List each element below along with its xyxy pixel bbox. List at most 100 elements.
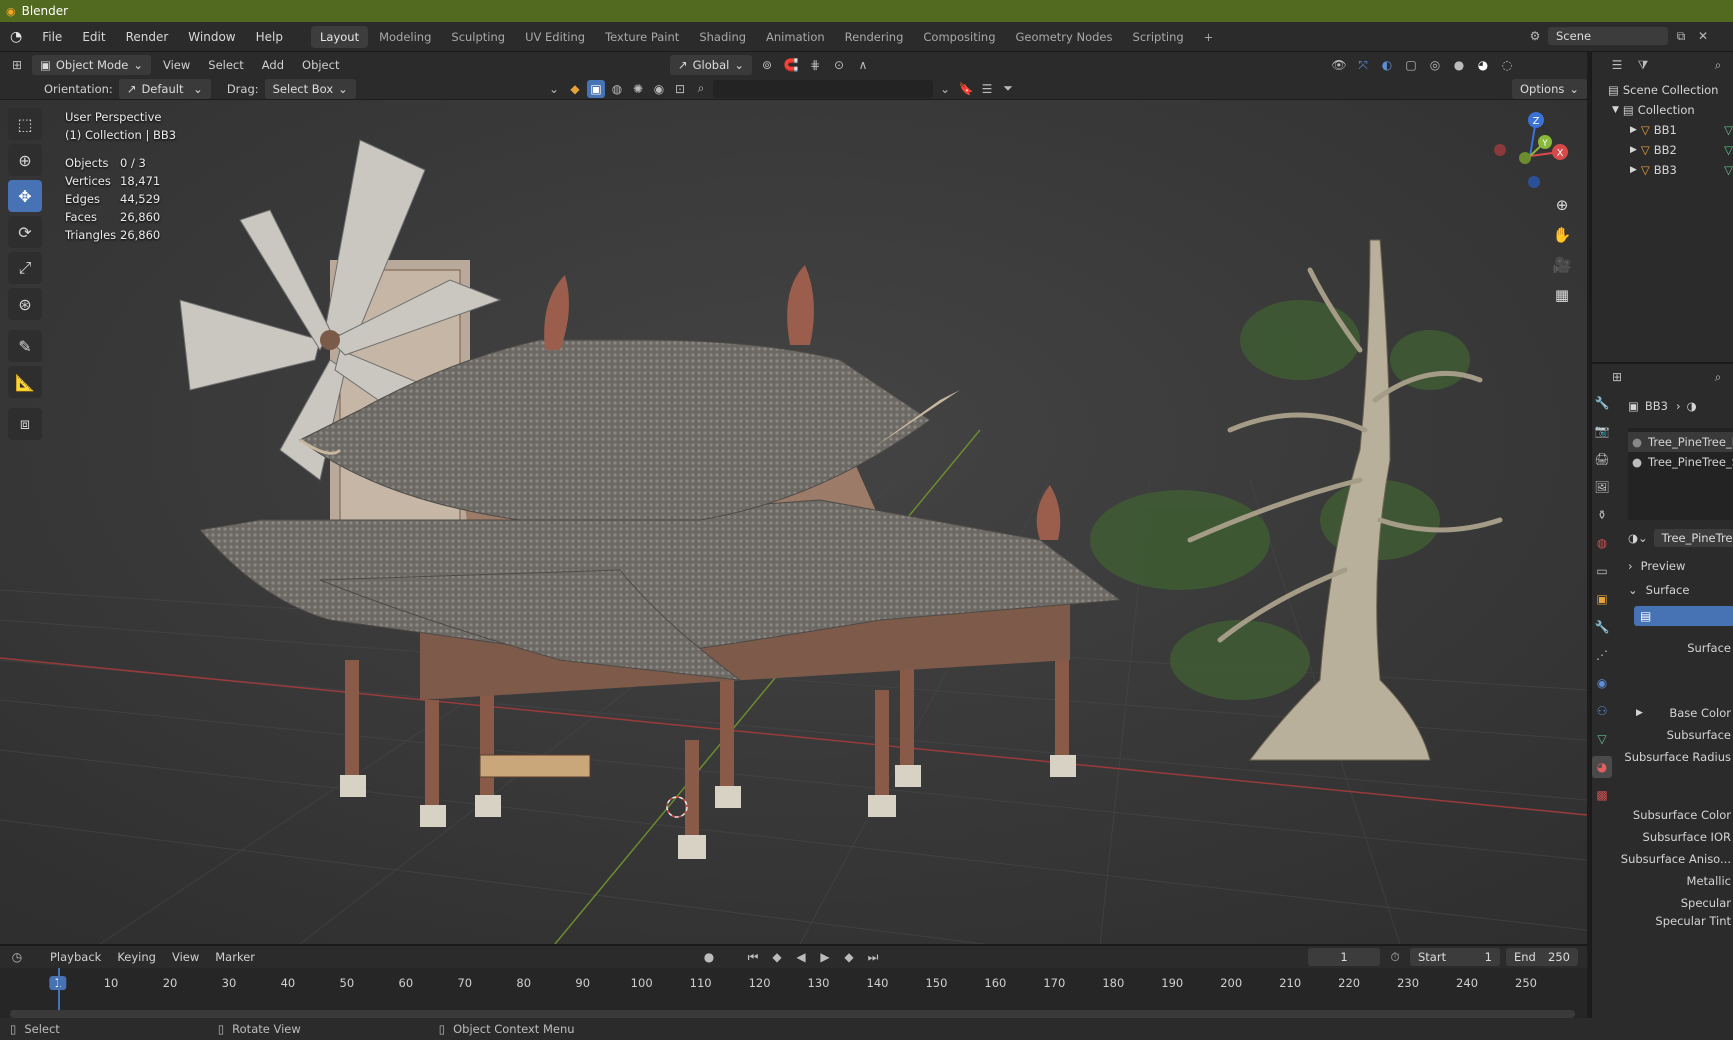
input-subsurface-color[interactable]: Subsurface Color xyxy=(1628,804,1733,826)
view-layer-tab-icon[interactable]: 🖼 xyxy=(1592,476,1612,498)
timeline-menu-playback[interactable]: Playback xyxy=(44,950,107,964)
collection-tab-icon[interactable]: ▭ xyxy=(1592,560,1612,582)
measure-tool-icon[interactable]: 📐 xyxy=(8,366,42,398)
scene-name-field[interactable]: Scene xyxy=(1548,27,1668,45)
input-subsurface-ior[interactable]: Subsurface IOR xyxy=(1628,826,1733,848)
outliner-collection[interactable]: ▼ ▤ Collection xyxy=(1608,100,1733,120)
cursor-tool-icon[interactable]: ⊕ xyxy=(8,144,42,176)
start-frame-field[interactable]: Start 1 xyxy=(1410,948,1500,966)
empty-filter-icon[interactable]: ⊡ xyxy=(671,80,689,98)
solid-shading-icon[interactable]: ● xyxy=(1450,56,1468,74)
material-shading-icon[interactable]: ◕ xyxy=(1474,56,1492,74)
chevron-down-icon[interactable]: ⌄ xyxy=(936,80,954,98)
neg-y-axis-handle[interactable] xyxy=(1519,152,1531,164)
scale-tool-icon[interactable]: ⤢ xyxy=(8,252,42,284)
particles-tab-icon[interactable]: ⋰ xyxy=(1592,644,1612,666)
texture-tab-icon[interactable]: ▩ xyxy=(1592,784,1612,806)
tab-compositing[interactable]: Compositing xyxy=(914,26,1004,48)
input-base-color[interactable]: ▶ Base Color xyxy=(1628,702,1733,724)
panel-surface[interactable]: ⌄ Surface xyxy=(1628,578,1733,602)
prev-keyframe-icon[interactable]: ◆ xyxy=(768,948,786,966)
tab-rendering[interactable]: Rendering xyxy=(836,26,913,48)
snap-icon[interactable]: 🧲 xyxy=(782,56,800,74)
pan-hand-icon[interactable]: ✋ xyxy=(1549,222,1575,248)
light-filter-icon[interactable]: ✺ xyxy=(629,80,647,98)
modifier-tab-icon[interactable]: 🔧 xyxy=(1592,616,1612,638)
jump-end-icon[interactable]: ⏭ xyxy=(864,948,882,966)
filter-icon[interactable]: ⧩ xyxy=(1634,56,1652,74)
input-specular[interactable]: Specular xyxy=(1628,892,1733,914)
editor-type-icon[interactable]: ⊞ xyxy=(8,56,26,74)
curve-filter-icon[interactable]: ◍ xyxy=(608,80,626,98)
orientation-dropdown[interactable]: ↗ Default ⌄ xyxy=(118,78,211,99)
input-subsurface-anisotropy[interactable]: Subsurface Aniso... xyxy=(1621,848,1733,870)
clock-icon[interactable]: ⏱ xyxy=(1386,948,1404,966)
camera-view-icon[interactable]: 🎥 xyxy=(1549,252,1575,278)
timeline-menu-marker[interactable]: Marker xyxy=(209,950,261,964)
proportional-edit-icon[interactable]: ⊙ xyxy=(830,56,848,74)
material-name-field[interactable]: Tree_PineTree xyxy=(1653,529,1733,547)
rendered-shading-icon[interactable]: ◌ xyxy=(1498,56,1516,74)
add-cube-tool-icon[interactable]: ⧈ xyxy=(8,408,42,440)
drag-dropdown[interactable]: Select Box ⌄ xyxy=(264,78,356,99)
display-mode-icon[interactable]: ☰ xyxy=(1608,56,1626,74)
pivot-icon[interactable]: ⊚ xyxy=(758,56,776,74)
output-tab-icon[interactable]: 🖨 xyxy=(1592,448,1612,470)
chevron-down-icon[interactable]: ⌄ xyxy=(545,80,563,98)
tab-sculpting[interactable]: Sculpting xyxy=(442,26,514,48)
viewport-menu-view[interactable]: View xyxy=(157,58,196,72)
bookmark-icon[interactable]: 🔖 xyxy=(957,80,975,98)
physics-tab-icon[interactable]: ◉ xyxy=(1592,672,1612,694)
render-tab-icon[interactable]: 📷 xyxy=(1592,420,1612,442)
options-dropdown[interactable]: Options ⌄ xyxy=(1512,78,1588,99)
end-frame-field[interactable]: End 250 xyxy=(1506,948,1578,966)
record-icon[interactable]: ● xyxy=(700,948,718,966)
scene-tab-icon[interactable]: ⚱ xyxy=(1592,504,1612,526)
outliner-scene-collection[interactable]: ▤ Scene Collection xyxy=(1608,80,1733,100)
play-icon[interactable]: ▶ xyxy=(816,948,834,966)
tab-uv-editing[interactable]: UV Editing xyxy=(516,26,594,48)
transform-orientation-dropdown[interactable]: ↗ Global ⌄ xyxy=(670,55,752,75)
tool-tab-icon[interactable]: 🔧 xyxy=(1592,392,1612,414)
viewport-menu-add[interactable]: Add xyxy=(256,58,290,72)
input-specular-tint[interactable]: Specular Tint xyxy=(1628,914,1733,928)
menu-edit[interactable]: Edit xyxy=(72,22,115,52)
tab-modeling[interactable]: Modeling xyxy=(370,26,440,48)
viewport-search-input[interactable] xyxy=(713,79,933,98)
panel-preview[interactable]: › Preview xyxy=(1628,554,1733,578)
tab-geometry-nodes[interactable]: Geometry Nodes xyxy=(1007,26,1122,48)
material-slot[interactable]: ● Tree_PineTree_l xyxy=(1628,432,1733,452)
object-tab-icon[interactable]: ▣ xyxy=(1592,588,1612,610)
wireframe-shading-icon[interactable]: ◎ xyxy=(1426,56,1444,74)
expand-arrow-icon[interactable]: ▼ xyxy=(1612,105,1619,115)
world-tab-icon[interactable]: ◍ xyxy=(1592,532,1612,554)
tab-scripting[interactable]: Scripting xyxy=(1124,26,1193,48)
zoom-icon[interactable]: ⊕ xyxy=(1549,192,1575,218)
timeline-scrollbar[interactable] xyxy=(10,1010,1575,1018)
list-filter-icon[interactable]: ☰ xyxy=(978,80,996,98)
outliner-object-bb2[interactable]: ▶ ▽ BB2 ▽ xyxy=(1608,140,1733,160)
viewport-menu-select[interactable]: Select xyxy=(202,58,249,72)
material-tab-icon[interactable]: ◕ xyxy=(1592,756,1612,778)
search-icon[interactable]: ⌕ xyxy=(1709,368,1727,386)
new-scene-icon[interactable]: ⧉ xyxy=(1672,27,1690,45)
material-slot[interactable]: ● Tree_PineTree_S xyxy=(1628,452,1733,472)
menu-window[interactable]: Window xyxy=(178,22,245,52)
timeline-menu-view[interactable]: View xyxy=(166,950,205,964)
constraints-tab-icon[interactable]: ⚇ xyxy=(1592,700,1612,722)
timeline-menu-keying[interactable]: Keying xyxy=(111,950,162,964)
blender-menu-icon[interactable]: ◔ xyxy=(0,22,32,52)
editor-type-icon[interactable]: ⊞ xyxy=(1608,368,1626,386)
tab-layout[interactable]: Layout xyxy=(310,25,369,48)
scene-selector[interactable]: ⚙ Scene ⧉ ✕ xyxy=(1526,27,1712,45)
data-tab-icon[interactable]: ▽ xyxy=(1592,728,1612,750)
overlay-toggle-icon[interactable]: ◐ xyxy=(1378,56,1396,74)
perspective-toggle-icon[interactable]: ▦ xyxy=(1549,282,1575,308)
annotate-tool-icon[interactable]: ✎ xyxy=(8,330,42,362)
search-icon[interactable]: ⌕ xyxy=(1709,56,1727,74)
3d-viewport[interactable] xyxy=(0,100,1587,944)
neg-z-axis-handle[interactable] xyxy=(1528,176,1540,188)
tab-animation[interactable]: Animation xyxy=(757,26,834,48)
next-keyframe-icon[interactable]: ◆ xyxy=(840,948,858,966)
input-metallic[interactable]: Metallic xyxy=(1628,870,1733,892)
